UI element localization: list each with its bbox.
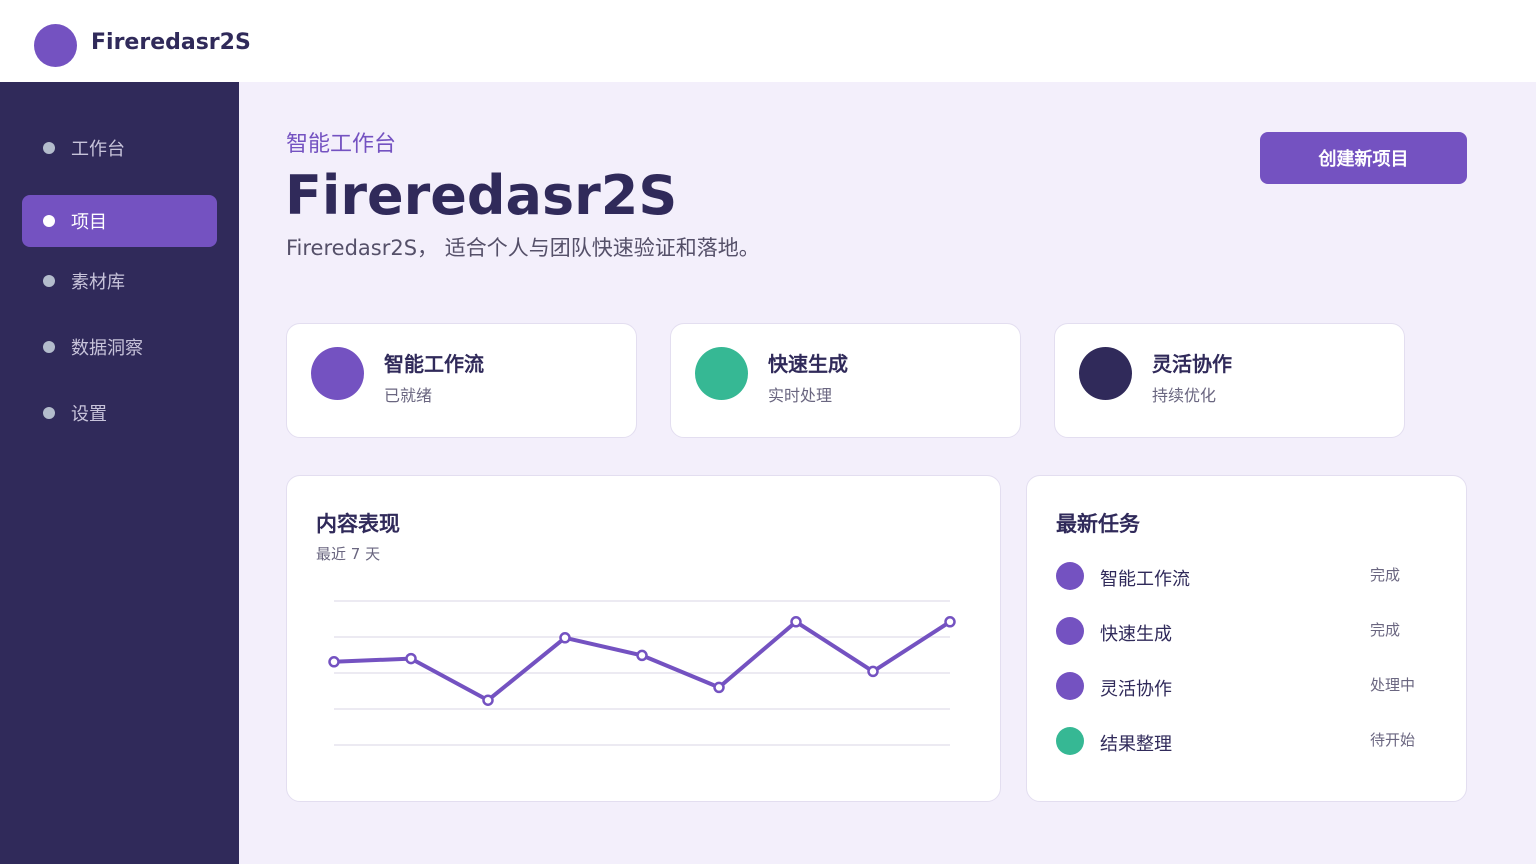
nav-dot-icon [43,407,55,419]
performance-panel: 内容表现 最近 7 天 [286,475,1001,802]
task-status-icon [1056,727,1084,755]
sidebar-item-insights[interactable]: 数据洞察 [22,321,217,373]
chart-point[interactable] [713,681,725,694]
sidebar-item-label: 项目 [71,212,107,233]
task-name: 快速生成 [1100,624,1172,645]
sidebar-item-label: 数据洞察 [71,338,143,359]
chart-point[interactable] [328,656,340,668]
logo-icon [34,24,77,67]
stat-subtitle: 持续优化 [1152,386,1217,405]
stat-title: 快速生成 [768,352,848,376]
chart-point[interactable] [482,694,494,706]
chart-point[interactable] [867,665,879,678]
chart-point[interactable] [559,632,571,644]
sidebar-item-workbench[interactable]: 工作台 [22,122,217,174]
task-status: 完成 [1370,621,1401,639]
list-item[interactable]: 快速生成 完成 [1056,617,1426,647]
chart-point[interactable] [944,616,956,628]
nav-dot-icon [43,215,55,227]
task-status-icon [1056,672,1084,700]
chart-point[interactable] [405,652,417,665]
stat-card-generate: 快速生成 实时处理 [670,323,1021,438]
task-status-icon [1056,617,1084,645]
task-status: 完成 [1370,566,1401,584]
sidebar: 工作台 项目 素材库 数据洞察 设置 [0,82,239,864]
nav-dot-icon [43,341,55,353]
chart-point[interactable] [636,649,648,662]
stat-card-workflow: 智能工作流 已就绪 [286,323,637,438]
main-content: 智能工作台 Fireredasr2S Fireredasr2S， 适合个人与团队… [239,82,1536,864]
list-item[interactable]: 智能工作流 完成 [1056,562,1426,592]
workflow-icon [311,347,364,400]
task-name: 智能工作流 [1100,569,1190,590]
top-bar: Fireredasr2S [0,0,1536,82]
chart-point[interactable] [790,616,802,628]
panel-title: 最新任务 [1056,512,1140,536]
page-subtitle: Fireredasr2S， 适合个人与团队快速验证和落地。 [286,236,760,260]
task-status: 待开始 [1370,731,1416,749]
sidebar-item-label: 素材库 [71,272,125,293]
sidebar-item-settings[interactable]: 设置 [22,387,217,439]
task-status: 处理中 [1370,676,1416,694]
stat-subtitle: 已就绪 [384,386,433,405]
brand-name: Fireredasr2S [91,30,251,55]
page-title: Fireredasr2S [285,164,678,227]
collab-icon [1079,347,1132,400]
create-project-button[interactable]: 创建新项目 [1260,132,1467,184]
tasks-panel: 最新任务 智能工作流 完成 快速生成 完成 灵活协作 处理中 结果整理 待开始 [1026,475,1467,802]
performance-chart [328,600,956,746]
sidebar-item-assets[interactable]: 素材库 [22,255,217,307]
sidebar-item-projects[interactable]: 项目 [22,195,217,247]
generate-icon [695,347,748,400]
task-status-icon [1056,562,1084,590]
task-name: 灵活协作 [1100,679,1172,700]
sidebar-item-label: 工作台 [71,139,125,160]
nav-dot-icon [43,275,55,287]
sidebar-item-label: 设置 [71,404,107,425]
stat-card-collab: 灵活协作 持续优化 [1054,323,1405,438]
list-item[interactable]: 结果整理 待开始 [1056,727,1426,757]
stat-title: 智能工作流 [384,352,484,376]
task-name: 结果整理 [1100,734,1172,755]
page-eyebrow: 智能工作台 [286,132,397,157]
stat-title: 灵活协作 [1152,352,1232,376]
nav-dot-icon [43,142,55,154]
stat-subtitle: 实时处理 [768,386,833,405]
list-item[interactable]: 灵活协作 处理中 [1056,672,1426,702]
